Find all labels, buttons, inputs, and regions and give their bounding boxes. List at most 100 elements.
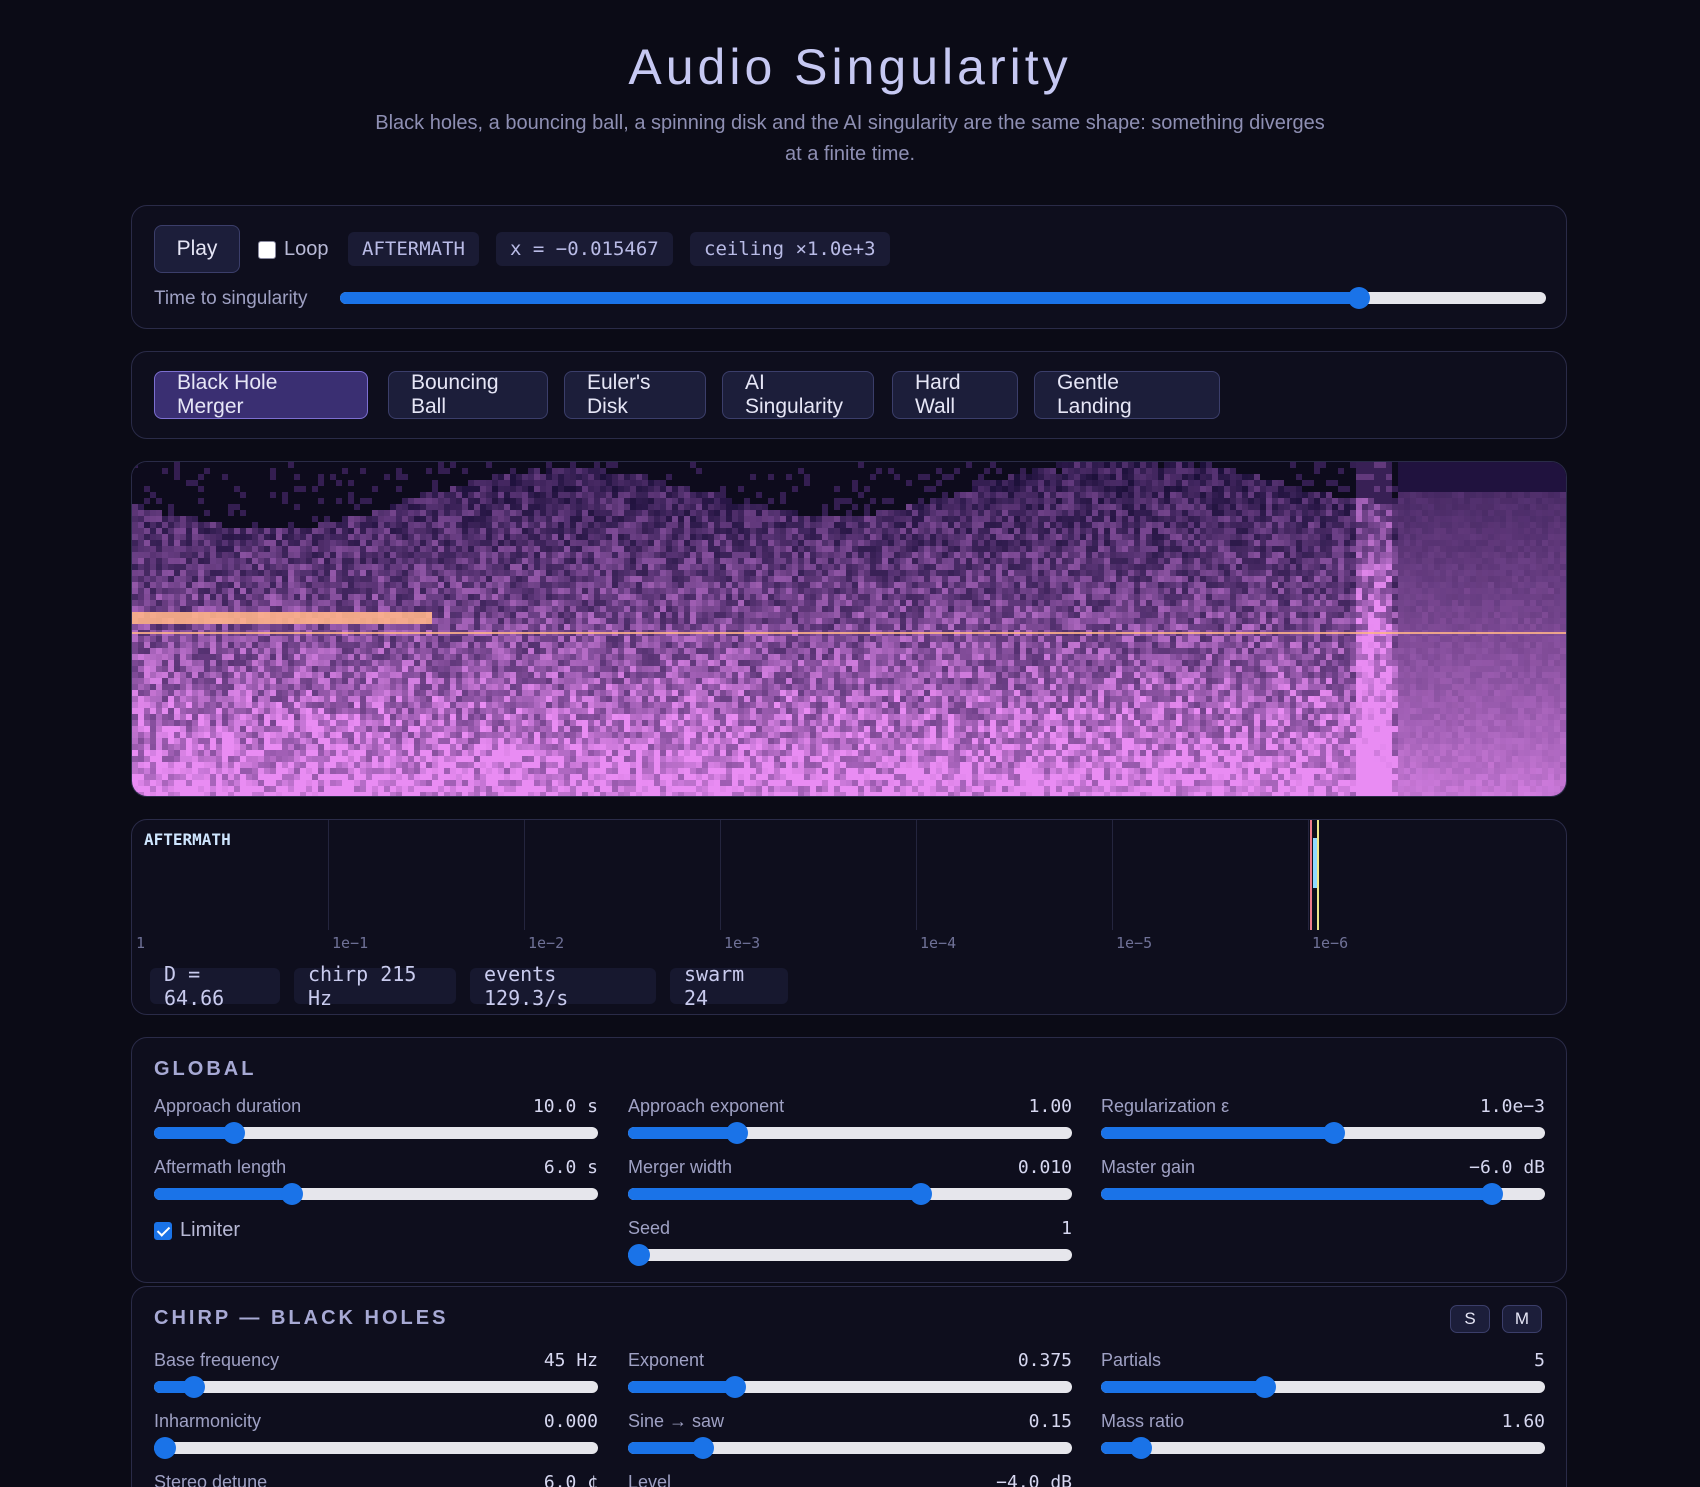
stat-readout: events 129.3/s xyxy=(470,962,656,1010)
playhead-marker[interactable] xyxy=(1310,820,1319,930)
timeline-tick-label: 1e−6 xyxy=(1312,934,1349,952)
sine-saw-value: 0.15 xyxy=(1028,1411,1072,1432)
mass-ratio-slider[interactable] xyxy=(1101,1437,1545,1459)
slider-fill xyxy=(628,1381,735,1393)
preset-bouncing-ball[interactable]: Bouncing Ball xyxy=(388,371,548,419)
regularization-slider[interactable] xyxy=(1101,1122,1545,1144)
timeline-gridline xyxy=(720,820,721,930)
slider-thumb[interactable] xyxy=(1323,1122,1346,1144)
transport-panel: Play Loop AFTERMATH x = −0.015467 ceilin… xyxy=(131,205,1567,329)
aftermath-length-value: 6.0 s xyxy=(543,1157,598,1178)
slider-fill xyxy=(1101,1127,1335,1139)
preset-ai-singularity[interactable]: AI Singularity xyxy=(722,371,874,419)
timeline-tick-label: 1e−3 xyxy=(724,934,761,952)
base-frequency-slider[interactable] xyxy=(154,1376,598,1398)
exponent-value: 0.375 xyxy=(1017,1350,1072,1371)
timeline-tick-label: 1e−5 xyxy=(1116,934,1153,952)
stat-readout: D = 64.66 xyxy=(150,962,280,1010)
limiter-checkbox[interactable] xyxy=(154,1221,172,1240)
preset-hard-wall[interactable]: Hard Wall xyxy=(892,371,1018,419)
global-controls: GLOBAL Approach duration 10.0 s Approach e… xyxy=(131,1037,1567,1283)
chirp-title: CHIRP — BLACK HOLES xyxy=(154,1307,449,1329)
sine-saw-slider[interactable] xyxy=(628,1437,1072,1459)
stereo-detune-value: 6.0 ¢ xyxy=(543,1472,598,1487)
slider-thumb[interactable] xyxy=(725,1122,748,1144)
timeline-phase-label: AFTERMATH xyxy=(144,830,231,849)
app-root: Audio Singularity Black holes, a bouncin… xyxy=(0,0,1700,1487)
chirp-band xyxy=(132,612,432,624)
seed-value: 1 xyxy=(1061,1218,1072,1239)
master-gain-value: −6.0 dB xyxy=(1469,1157,1545,1178)
timeline-gridline xyxy=(524,820,525,930)
level-value: −4.0 dB xyxy=(996,1472,1072,1487)
inharmonicity-slider[interactable] xyxy=(154,1437,598,1459)
seed-slider[interactable] xyxy=(628,1244,1072,1266)
slider-thumb[interactable] xyxy=(1480,1183,1503,1205)
merger-width-value: 0.010 xyxy=(1017,1157,1072,1178)
slider-fill xyxy=(1101,1381,1266,1393)
slider-thumb[interactable] xyxy=(910,1183,933,1205)
slider-thumb[interactable] xyxy=(182,1376,205,1398)
timeline-panel: AFTERMATH 1 1e−1 1e−2 1e−3 1e−4 1e−5 1e−6 D = 6… xyxy=(131,819,1567,1015)
partials-slider[interactable] xyxy=(1101,1376,1545,1398)
slider-fill xyxy=(628,1188,922,1200)
slider-fill xyxy=(340,292,1360,304)
spectrogram-panel xyxy=(131,461,1567,797)
time-label: Time to singularity xyxy=(154,288,308,309)
stat-readout: swarm 24 xyxy=(670,962,788,1010)
loop-checkbox[interactable] xyxy=(258,240,276,259)
timeline-tick-label: 1 xyxy=(136,934,146,952)
slider-thumb[interactable] xyxy=(723,1376,746,1398)
preset-black-hole-merger[interactable]: Black Hole Merger xyxy=(154,371,368,419)
timeline-gridline xyxy=(1308,820,1309,930)
preset-gentle-landing[interactable]: Gentle Landing xyxy=(1034,371,1220,419)
mass-ratio-value: 1.60 xyxy=(1501,1411,1545,1432)
timeline-gridline xyxy=(328,820,329,930)
mute-button[interactable]: M xyxy=(1502,1305,1542,1333)
approach-duration-slider[interactable] xyxy=(154,1122,598,1144)
timeline-tick-label: 1e−2 xyxy=(528,934,565,952)
slider-thumb[interactable] xyxy=(692,1437,715,1459)
master-gain-slider[interactable] xyxy=(1101,1183,1545,1205)
inharmonicity-value: 0.000 xyxy=(543,1411,598,1432)
time-to-singularity-slider[interactable] xyxy=(340,287,1546,309)
page-subtitle: Black holes, a bouncing ball, a spinning… xyxy=(375,112,1325,165)
stat-readout: chirp 215 Hz xyxy=(294,962,456,1010)
spectrogram xyxy=(132,462,1566,796)
slider-fill xyxy=(154,1127,234,1139)
approach-exponent-slider[interactable] xyxy=(628,1122,1072,1144)
limiter-label: Limiter xyxy=(180,1219,241,1241)
ceiling-readout: ceiling ×1.0e+3 xyxy=(690,232,890,266)
preset-euler-s-disk[interactable]: Euler's Disk xyxy=(564,371,706,419)
limiter-toggle[interactable]: Limiter xyxy=(154,1219,240,1242)
preset-panel: Black Hole Merger Bouncing Ball Euler's Di… xyxy=(131,351,1567,439)
play-button[interactable]: Play xyxy=(154,225,240,273)
merger-width-slider[interactable] xyxy=(628,1183,1072,1205)
approach-exponent-value: 1.00 xyxy=(1028,1096,1072,1117)
partials-value: 5 xyxy=(1534,1350,1545,1371)
timeline-tick-label: 1e−1 xyxy=(332,934,369,952)
slider-thumb[interactable] xyxy=(154,1437,177,1459)
global-title: GLOBAL xyxy=(154,1058,257,1080)
approach-duration-value: 10.0 s xyxy=(532,1096,598,1117)
slider-thumb[interactable] xyxy=(280,1183,303,1205)
aftermath-length-slider[interactable] xyxy=(154,1183,598,1205)
timeline-gridline xyxy=(1112,820,1113,930)
regularization-value: 1.0e−3 xyxy=(1479,1096,1545,1117)
timeline-gridline xyxy=(916,820,917,930)
slider-thumb[interactable] xyxy=(1129,1437,1152,1459)
loop-toggle[interactable]: Loop xyxy=(258,238,329,261)
x-readout: x = −0.015467 xyxy=(496,232,673,266)
base-frequency-value: 45 Hz xyxy=(543,1350,598,1371)
loop-label: Loop xyxy=(284,238,329,260)
slider-thumb[interactable] xyxy=(1348,287,1371,309)
slider-fill xyxy=(1101,1188,1492,1200)
slider-fill xyxy=(628,1127,737,1139)
slider-thumb[interactable] xyxy=(628,1244,651,1266)
phase-badge: AFTERMATH xyxy=(348,232,479,266)
exponent-slider[interactable] xyxy=(628,1376,1072,1398)
solo-button[interactable]: S xyxy=(1450,1305,1490,1333)
slider-thumb[interactable] xyxy=(222,1122,245,1144)
slider-fill xyxy=(154,1188,292,1200)
slider-thumb[interactable] xyxy=(1254,1376,1277,1398)
